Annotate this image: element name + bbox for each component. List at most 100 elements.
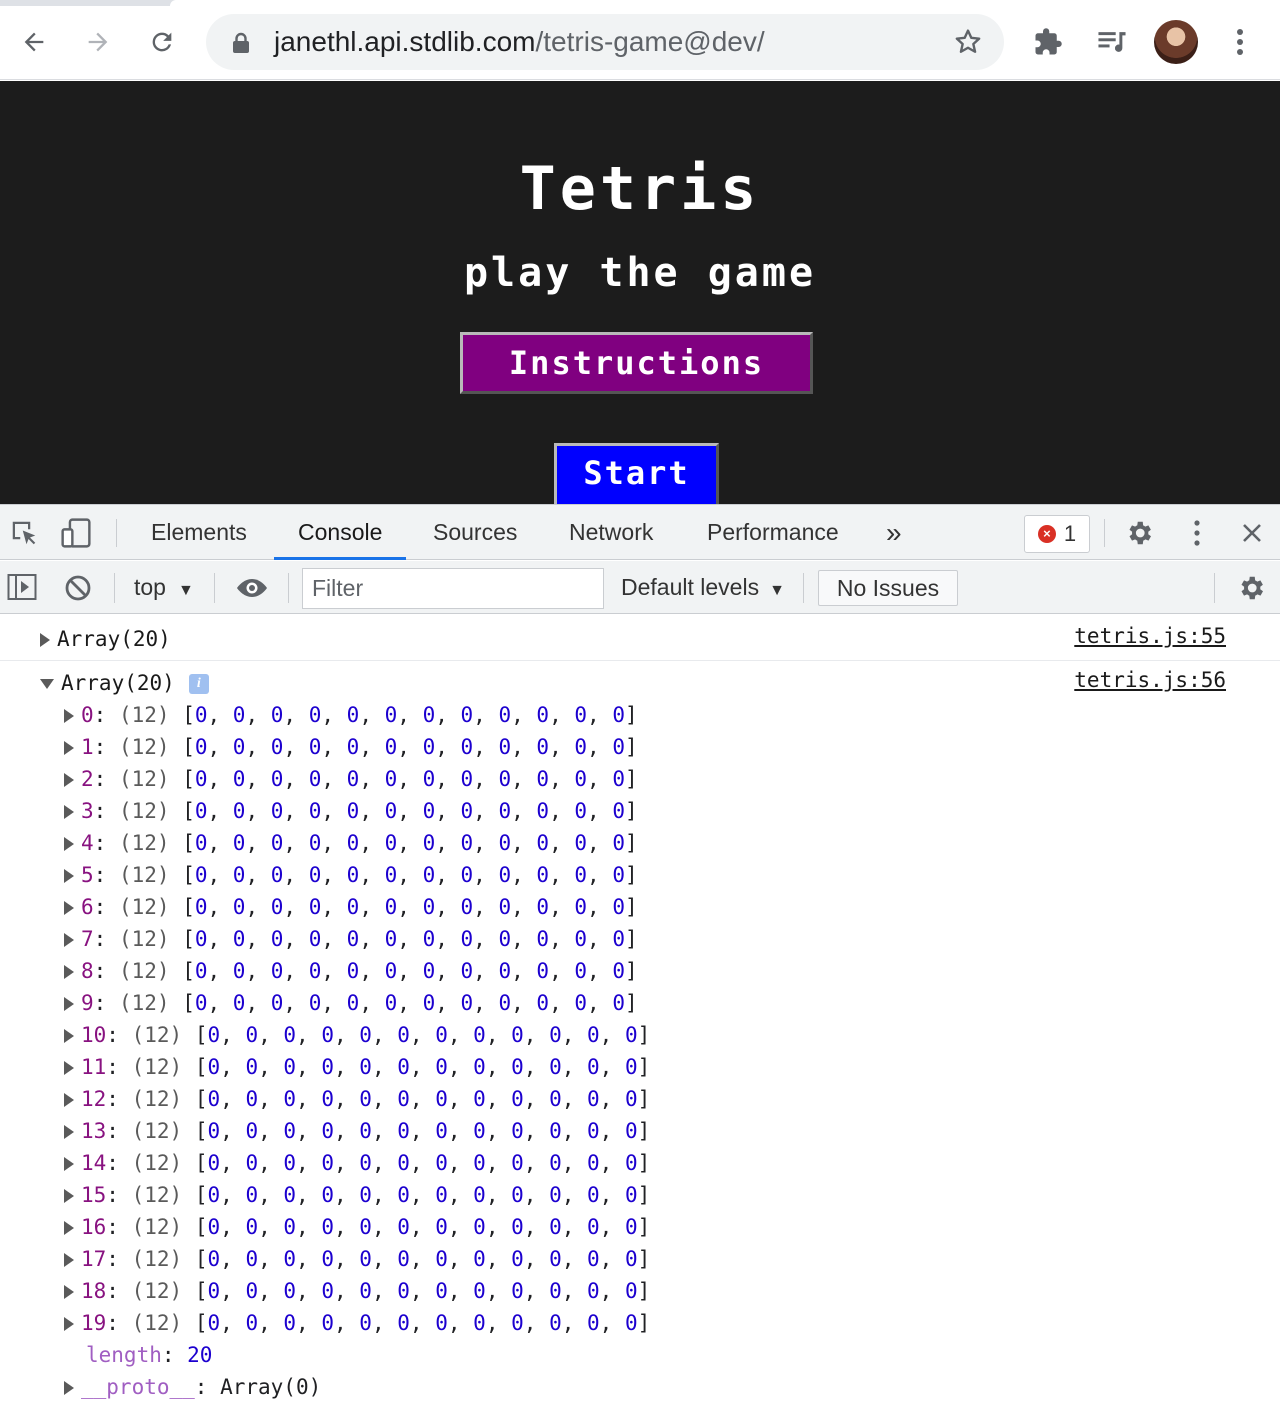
array-value: 0 <box>270 767 284 791</box>
issues-button[interactable]: No Issues <box>818 570 958 606</box>
array-punctuation: , <box>587 799 613 823</box>
array-value: 0 <box>511 1215 524 1239</box>
reload-icon <box>152 32 172 52</box>
entry-space <box>170 799 183 823</box>
profile-avatar[interactable] <box>1154 20 1198 64</box>
context-selector[interactable]: top ▼ <box>134 561 194 614</box>
array-value: 0 <box>422 991 436 1015</box>
array-entry-row[interactable]: 18: (12) [0, 0, 0, 0, 0, 0, 0, 0, 0, 0, … <box>64 1275 650 1307</box>
close-devtools-button[interactable] <box>1236 517 1268 549</box>
source-link[interactable]: tetris.js:56 <box>1074 664 1226 696</box>
tab-console[interactable]: Console <box>273 505 407 560</box>
array-entry-row[interactable]: 5: (12) [0, 0, 0, 0, 0, 0, 0, 0, 0, 0, 0… <box>64 859 638 891</box>
array-value: 0 <box>422 863 436 887</box>
clear-console-button[interactable] <box>62 572 94 604</box>
devtools-menu-button[interactable] <box>1180 517 1214 549</box>
array-punctuation: ] <box>624 767 638 791</box>
entry-values: [0, 0, 0, 0, 0, 0, 0, 0, 0, 0, 0, 0] <box>182 799 637 823</box>
array-entry-row[interactable]: 11: (12) [0, 0, 0, 0, 0, 0, 0, 0, 0, 0, … <box>64 1051 650 1083</box>
array-entry-row[interactable]: 4: (12) [0, 0, 0, 0, 0, 0, 0, 0, 0, 0, 0… <box>64 827 638 859</box>
array-entry-row[interactable]: 1: (12) [0, 0, 0, 0, 0, 0, 0, 0, 0, 0, 0… <box>64 731 638 763</box>
live-expression-button[interactable] <box>234 571 270 605</box>
array-entry-row[interactable]: 19: (12) [0, 0, 0, 0, 0, 0, 0, 0, 0, 0, … <box>64 1307 650 1339</box>
bookmark-star-icon[interactable] <box>952 26 984 58</box>
extensions-button[interactable] <box>1026 20 1070 64</box>
array-entry-row[interactable]: 6: (12) [0, 0, 0, 0, 0, 0, 0, 0, 0, 0, 0… <box>64 891 638 923</box>
array-punctuation: , <box>258 1087 284 1111</box>
array-punctuation: , <box>599 1087 625 1111</box>
tab-performance[interactable]: Performance <box>707 505 839 560</box>
arrow-right-icon <box>88 32 108 52</box>
array-punctuation: , <box>447 1183 474 1207</box>
array-punctuation: , <box>321 799 347 823</box>
show-sidebar-button[interactable] <box>6 572 38 602</box>
array-entry-row[interactable]: 16: (12) [0, 0, 0, 0, 0, 0, 0, 0, 0, 0, … <box>64 1211 650 1243</box>
expand-triangle-icon <box>64 1221 74 1235</box>
array-entry-row[interactable]: 2: (12) [0, 0, 0, 0, 0, 0, 0, 0, 0, 0, 0… <box>64 763 638 795</box>
source-link[interactable]: tetris.js:55 <box>1074 620 1226 652</box>
log-levels-dropdown[interactable]: Default levels ▼ <box>621 561 785 614</box>
expand-triangle-icon <box>64 709 74 723</box>
array-value: 0 <box>397 1183 410 1207</box>
inspect-element-button[interactable] <box>8 517 40 549</box>
array-punctuation: , <box>561 1215 588 1239</box>
console-log-array-expanded[interactable]: Array(20) i <box>40 667 209 699</box>
back-button[interactable] <box>12 20 56 64</box>
error-count-badge[interactable]: × 1 <box>1024 515 1090 553</box>
array-entry-row[interactable]: 14: (12) [0, 0, 0, 0, 0, 0, 0, 0, 0, 0, … <box>64 1147 650 1179</box>
array-punctuation: , <box>359 799 385 823</box>
array-punctuation: [ <box>194 1023 208 1047</box>
array-punctuation: , <box>485 1119 512 1143</box>
array-entry-row[interactable]: 8: (12) [0, 0, 0, 0, 0, 0, 0, 0, 0, 0, 0… <box>64 955 638 987</box>
array-punctuation: , <box>207 767 233 791</box>
array-value: 0 <box>207 1023 221 1047</box>
array-entry-row[interactable]: 9: (12) [0, 0, 0, 0, 0, 0, 0, 0, 0, 0, 0… <box>64 987 638 1019</box>
array-punctuation: , <box>599 1119 625 1143</box>
eye-icon <box>237 579 267 597</box>
array-entry-row[interactable]: 17: (12) [0, 0, 0, 0, 0, 0, 0, 0, 0, 0, … <box>64 1243 650 1275</box>
array-punctuation: , <box>359 831 385 855</box>
array-entry-row[interactable]: 15: (12) [0, 0, 0, 0, 0, 0, 0, 0, 0, 0, … <box>64 1179 650 1211</box>
instructions-button[interactable]: Instructions <box>460 332 813 394</box>
forward-button[interactable] <box>76 20 120 64</box>
devtools-settings-button[interactable] <box>1122 517 1156 549</box>
tab-network[interactable]: Network <box>569 505 653 560</box>
info-icon[interactable]: i <box>188 674 209 694</box>
start-button[interactable]: Start <box>554 443 719 504</box>
media-control-button[interactable] <box>1090 20 1134 64</box>
array-punctuation: , <box>397 831 423 855</box>
array-punctuation: , <box>587 991 613 1015</box>
array-entry-row[interactable]: 0: (12) [0, 0, 0, 0, 0, 0, 0, 0, 0, 0, 0… <box>64 699 638 731</box>
reload-button[interactable] <box>140 20 184 64</box>
array-entry-row[interactable]: 10: (12) [0, 0, 0, 0, 0, 0, 0, 0, 0, 0, … <box>64 1019 650 1051</box>
array-value: 0 <box>346 735 360 759</box>
error-count: 1 <box>1063 521 1077 546</box>
array-proto-property[interactable]: __proto__: Array(0) <box>64 1371 321 1403</box>
console-filter-input[interactable] <box>302 568 604 609</box>
array-punctuation: , <box>485 1151 512 1175</box>
array-punctuation: [ <box>194 1311 208 1335</box>
browser-menu-button[interactable] <box>1218 20 1262 64</box>
array-entry-row[interactable]: 3: (12) [0, 0, 0, 0, 0, 0, 0, 0, 0, 0, 0… <box>64 795 638 827</box>
array-punctuation: , <box>207 895 233 919</box>
array-value: 0 <box>359 1247 372 1271</box>
console-log-array[interactable]: Array(20) <box>40 623 171 655</box>
array-value: 0 <box>511 1311 524 1335</box>
array-entry-row[interactable]: 7: (12) [0, 0, 0, 0, 0, 0, 0, 0, 0, 0, 0… <box>64 923 638 955</box>
array-punctuation: , <box>296 1055 322 1079</box>
more-tabs-button[interactable]: » <box>886 505 902 560</box>
entry-count: (12) <box>131 1119 183 1143</box>
console-settings-button[interactable] <box>1234 571 1268 605</box>
array-punctuation: ] <box>637 1279 651 1303</box>
entry-count: (12) <box>118 799 170 823</box>
array-value: 0 <box>498 767 512 791</box>
array-entry-row[interactable]: 12: (12) [0, 0, 0, 0, 0, 0, 0, 0, 0, 0, … <box>64 1083 650 1115</box>
array-value: 0 <box>359 1183 372 1207</box>
array-entry-row[interactable]: 13: (12) [0, 0, 0, 0, 0, 0, 0, 0, 0, 0, … <box>64 1115 650 1147</box>
tab-sources[interactable]: Sources <box>433 505 517 560</box>
array-punctuation: , <box>561 1055 588 1079</box>
tab-elements[interactable]: Elements <box>151 505 247 560</box>
device-toolbar-button[interactable] <box>58 517 94 549</box>
expand-triangle-icon <box>64 1381 74 1395</box>
address-bar[interactable]: janethl.api.stdlib.com/tetris-game@dev/ <box>206 14 1004 70</box>
